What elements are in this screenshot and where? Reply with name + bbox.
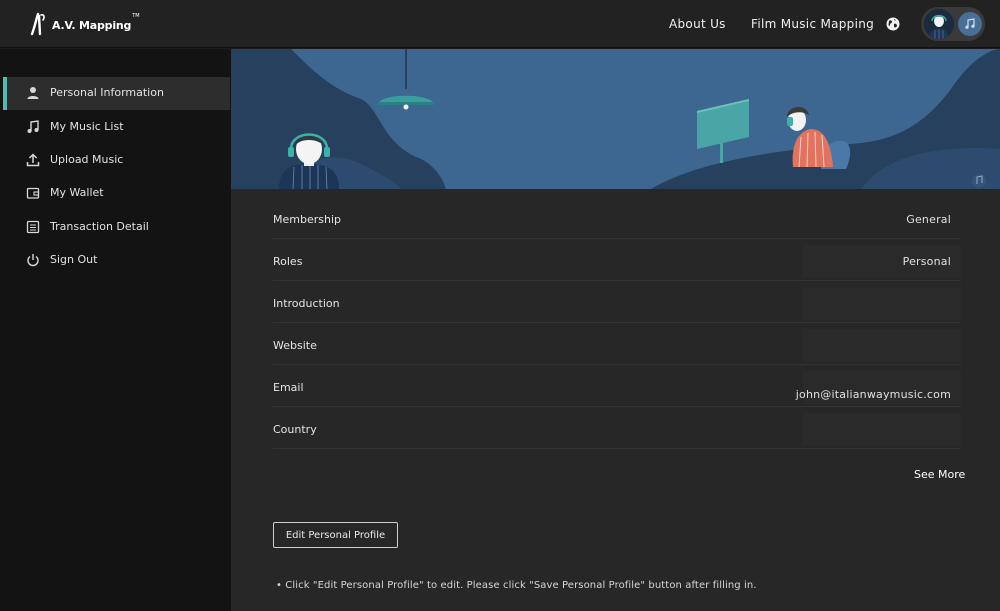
globe-icon[interactable]: [886, 17, 900, 31]
avatar[interactable]: [924, 9, 954, 39]
logo[interactable]: A.V. Mapping TM: [30, 12, 140, 36]
user-icon: [25, 85, 41, 101]
profile-banner: [231, 49, 1000, 189]
logo-text: A.V. Mapping: [52, 18, 132, 32]
nav-about-us[interactable]: About Us: [669, 17, 726, 31]
field-value: General: [906, 213, 951, 226]
profile-row-website: Website: [273, 323, 961, 365]
sidebar-item-upload-music[interactable]: Upload Music: [3, 144, 230, 177]
field-label: Country: [273, 423, 317, 436]
av-mapping-logo-icon: [30, 12, 45, 36]
music-note-icon: [25, 119, 41, 135]
wallet-icon: [25, 185, 41, 201]
field-value-box: [803, 413, 961, 446]
see-more-link[interactable]: See More: [914, 468, 965, 481]
main-content: Membership General Roles Personal Introd…: [231, 49, 1000, 611]
field-label: Introduction: [273, 297, 340, 310]
sidebar-item-my-music-list[interactable]: My Music List: [3, 111, 230, 144]
sidebar-item-label: Sign Out: [50, 253, 98, 266]
field-value-box: [803, 287, 961, 320]
nav-film-music-mapping[interactable]: Film Music Mapping: [751, 17, 874, 31]
sidebar-item-label: Transaction Detail: [50, 220, 149, 233]
top-navigation-bar: A.V. Mapping TM About Us Film Music Mapp…: [0, 0, 1000, 48]
music-note-icon[interactable]: [958, 12, 982, 36]
sidebar-item-label: Upload Music: [50, 153, 124, 166]
edit-instruction-note: • Click "Edit Personal Profile" to edit.…: [276, 580, 757, 591]
banner-illustration: [231, 49, 1000, 189]
upload-icon: [25, 152, 41, 168]
logo-trademark: TM: [132, 13, 140, 19]
field-value: john@italianwaymusic.com: [795, 388, 951, 401]
field-value: Personal: [902, 255, 951, 268]
edit-personal-profile-button[interactable]: Edit Personal Profile: [273, 522, 398, 548]
field-label: Email: [273, 381, 304, 394]
sidebar-item-sign-out[interactable]: Sign Out: [3, 244, 230, 277]
user-menu[interactable]: [921, 7, 985, 41]
power-icon: [25, 252, 41, 268]
sidebar-item-my-wallet[interactable]: My Wallet: [3, 177, 230, 210]
profile-row-country: Country: [273, 407, 961, 449]
field-value-box: [803, 329, 961, 362]
field-label: Membership: [273, 213, 341, 226]
profile-row-roles: Roles Personal: [273, 239, 961, 281]
sidebar: Personal Information My Music List Uploa…: [0, 49, 231, 611]
profile-row-membership: Membership General: [273, 197, 961, 239]
profile-row-introduction: Introduction: [273, 281, 961, 323]
sidebar-item-label: My Music List: [50, 120, 124, 133]
field-label: Website: [273, 339, 317, 352]
avatar-person-icon: [924, 9, 954, 39]
list-document-icon: [25, 219, 41, 235]
field-label: Roles: [273, 255, 303, 268]
sidebar-item-label: My Wallet: [50, 186, 104, 199]
sidebar-item-personal-information[interactable]: Personal Information: [3, 77, 230, 110]
sidebar-item-label: Personal Information: [50, 86, 164, 99]
profile-row-email: Email john@italianwaymusic.com: [273, 365, 961, 407]
sidebar-item-transaction-detail[interactable]: Transaction Detail: [3, 211, 230, 244]
